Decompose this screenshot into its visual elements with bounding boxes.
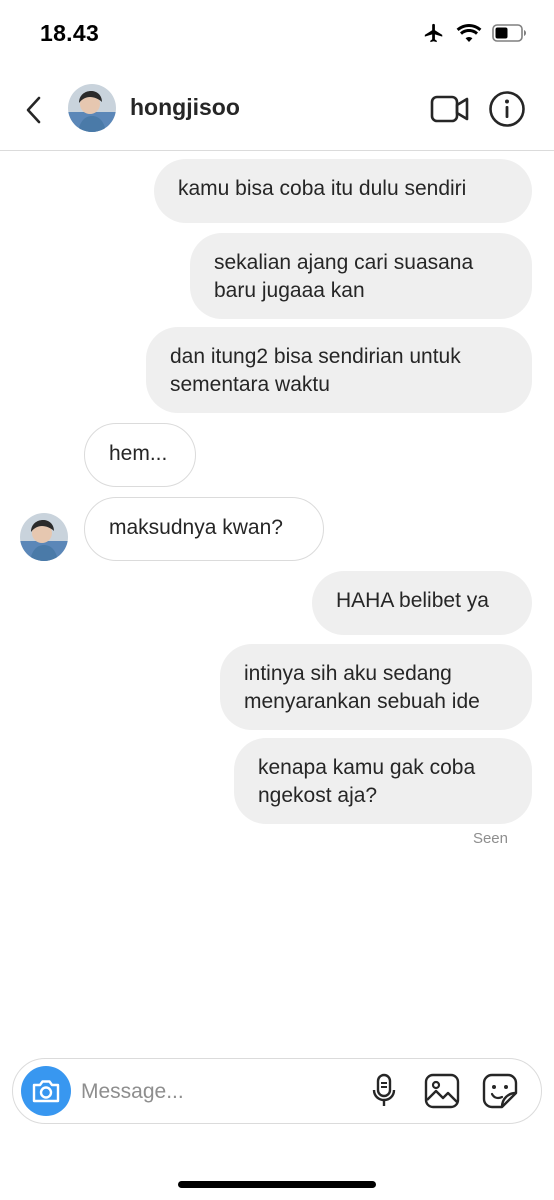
- message-bubble-outgoing[interactable]: kenapa kamu gak coba ngekost aja?: [234, 738, 532, 824]
- message-bubble-outgoing[interactable]: sekalian ajang cari suasana baru jugaaa …: [190, 233, 532, 319]
- sender-avatar[interactable]: [20, 513, 68, 561]
- message-bubble-outgoing[interactable]: dan itung2 bisa sendirian untuk sementar…: [146, 327, 532, 413]
- message-bubble-outgoing[interactable]: kamu bisa coba itu dulu sendiri: [154, 159, 532, 223]
- message-bubble-outgoing[interactable]: HAHA belibet ya: [312, 571, 532, 635]
- battery-icon: [492, 24, 526, 42]
- message-bubble-outgoing[interactable]: intinya sih aku sedang menyarankan sebua…: [220, 644, 532, 730]
- gallery-icon: [424, 1073, 460, 1109]
- video-call-button[interactable]: [430, 92, 470, 126]
- profile-photo: [20, 513, 68, 561]
- chat-header: hongjisoo: [0, 70, 554, 151]
- sticker-button[interactable]: [481, 1072, 519, 1110]
- gallery-button[interactable]: [423, 1072, 461, 1110]
- header-avatar[interactable]: [68, 84, 116, 132]
- home-indicator: [178, 1181, 376, 1188]
- camera-button[interactable]: [21, 1066, 71, 1116]
- message-bubble-incoming[interactable]: hem...: [84, 423, 196, 487]
- status-bar: 18.43: [0, 0, 554, 70]
- voice-message-button[interactable]: [365, 1072, 403, 1110]
- status-time: 18.43: [40, 20, 100, 46]
- profile-photo: [68, 84, 116, 132]
- info-icon: [489, 91, 525, 127]
- wifi-icon: [456, 24, 482, 42]
- microphone-icon: [372, 1073, 396, 1106]
- back-button[interactable]: [18, 90, 50, 130]
- message-bubble-incoming[interactable]: maksudnya kwan?: [84, 497, 324, 561]
- camera-icon: [32, 1080, 60, 1103]
- message-input[interactable]: [79, 1069, 353, 1115]
- info-button[interactable]: [488, 90, 526, 128]
- chat-username[interactable]: hongjisoo: [130, 94, 240, 121]
- airplane-icon: [424, 23, 443, 43]
- seen-indicator: Seen: [472, 830, 508, 847]
- back-arrow-icon: [26, 96, 41, 124]
- video-call-icon: [430, 95, 469, 123]
- sticker-icon: [482, 1073, 518, 1109]
- message-composer: [12, 1058, 542, 1124]
- status-icons: [422, 22, 528, 44]
